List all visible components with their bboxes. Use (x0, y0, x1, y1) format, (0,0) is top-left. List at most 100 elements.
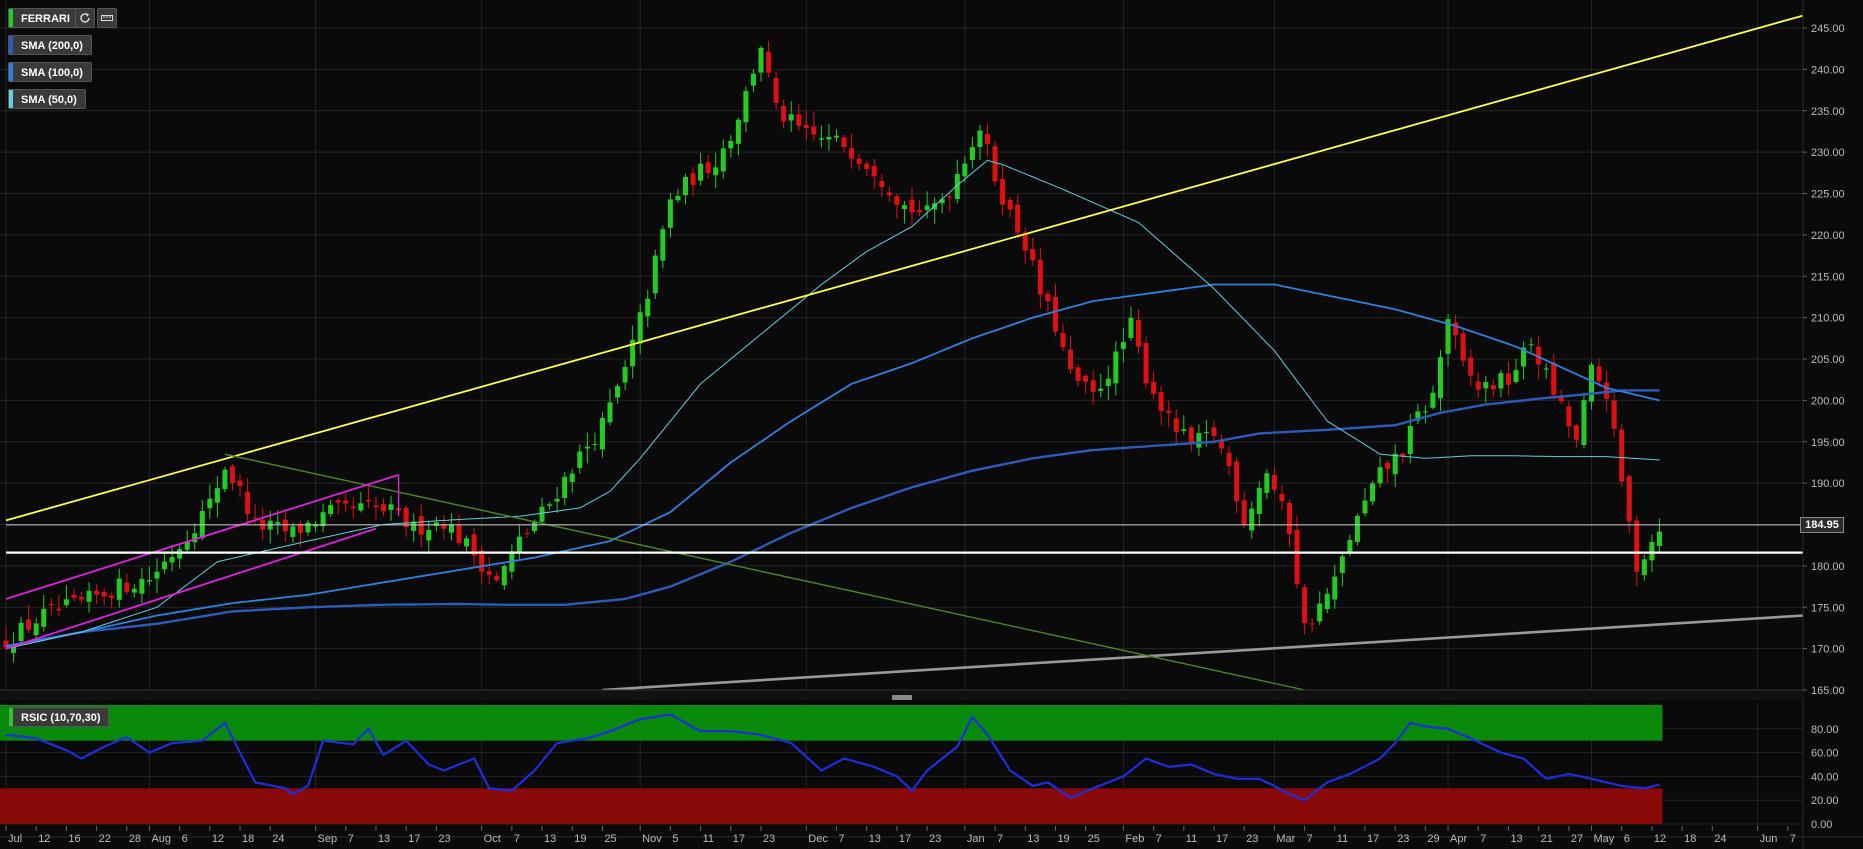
candle-body-up (728, 140, 734, 149)
candle-body-up (735, 119, 741, 144)
candle-body-up (607, 402, 613, 423)
candle-body-down (71, 594, 77, 598)
oscillator-tag[interactable]: RSIC (10,70,30) (8, 707, 110, 727)
symbol-tag[interactable]: FERRARI (8, 8, 79, 28)
candle-body-up (569, 473, 575, 482)
candle-body-up (1317, 603, 1323, 622)
time-tick-label: 23 (438, 833, 450, 845)
candle-body-down (403, 507, 409, 528)
time-tick-label: Dec (808, 833, 828, 845)
time-tick-label: Jun (1760, 833, 1778, 845)
candle-body-down (1226, 452, 1232, 467)
candle-body-down (1287, 502, 1292, 535)
candle-body-down (1490, 385, 1496, 390)
candle-body-up (758, 47, 764, 73)
candle-body-down (1573, 425, 1579, 440)
candle-body-down (237, 480, 243, 487)
indicator-color-bar (9, 36, 13, 54)
candle-body-down (109, 595, 115, 598)
candle-body-up (1249, 508, 1255, 531)
refresh-button[interactable] (75, 8, 95, 28)
candle-body-up (426, 529, 432, 541)
candle-body-down (1634, 520, 1640, 572)
candle-body-up (1589, 364, 1594, 402)
indicator-tag-sma50[interactable]: SMA (50,0) (8, 89, 86, 109)
candle-body-down (1045, 293, 1051, 302)
candle-body-up (615, 386, 621, 398)
oscillator-color-bar (9, 708, 13, 726)
candle-body-up (977, 130, 983, 148)
candle-body-up (192, 533, 198, 543)
candle-body-down (841, 137, 847, 147)
time-tick-label: 24 (1714, 833, 1726, 845)
rsi-tick-label: 80.00 (1811, 724, 1839, 736)
time-tick-label: 16 (68, 833, 80, 845)
time-tick-label: Jul (8, 833, 22, 845)
time-tick-label: 11 (1186, 833, 1197, 845)
price-tick-label: 165.00 (1811, 685, 1845, 697)
candle-body-down (1468, 357, 1474, 376)
rsi-tick-label: 40.00 (1811, 771, 1839, 783)
candle-body-up (924, 205, 930, 210)
candle-body-up (577, 451, 583, 468)
indicator-tag-sma200[interactable]: SMA (200,0) (8, 35, 92, 55)
candle-body-down (871, 166, 877, 177)
candle-body-down (705, 162, 711, 173)
candle-body-down (1460, 333, 1466, 361)
candle-body-up (86, 590, 92, 602)
candle-body-up (1498, 373, 1504, 389)
candle-body-down (886, 192, 892, 196)
rsi-tick-label: 0.00 (1811, 819, 1832, 831)
price-tick-label: 195.00 (1811, 437, 1845, 449)
candle-body-up (720, 148, 726, 172)
price-tick-label: 175.00 (1811, 602, 1845, 614)
candle-body-down (1302, 587, 1308, 624)
pane-resize-handle[interactable] (892, 695, 912, 700)
time-tick-label: 13 (1510, 833, 1522, 845)
time-tick-label: 12 (38, 833, 50, 845)
rsi-tick-label: 20.00 (1811, 795, 1839, 807)
candle-body-down (690, 173, 696, 186)
candle-body-down (1271, 474, 1277, 490)
time-tick-label: Aug (151, 833, 171, 845)
candle-body-down (48, 603, 54, 606)
candle-body-down (856, 158, 862, 164)
time-tick-label: 7 (839, 833, 845, 845)
candle-body-up (645, 298, 651, 317)
time-tick-label: 11 (703, 833, 714, 845)
candle-body-up (962, 163, 968, 177)
candle-body-up (146, 580, 152, 582)
candle-body-up (464, 538, 470, 547)
candle-body-up (1120, 342, 1126, 349)
candle-body-down (1158, 392, 1164, 412)
candle-body-up (660, 229, 666, 261)
candle-body-up (1528, 344, 1534, 346)
candle-body-up (547, 504, 553, 506)
time-tick-label: 17 (733, 833, 745, 845)
candle-body-up (18, 622, 24, 641)
candle-body-down (1151, 381, 1157, 394)
candle-body-up (33, 623, 39, 636)
indicator-tag-sma100[interactable]: SMA (100,0) (8, 62, 92, 82)
time-tick-label: 7 (1790, 833, 1796, 845)
time-tick-label: 13 (1027, 833, 1039, 845)
price-tick-label: 220.00 (1811, 230, 1845, 242)
candle-body-up (305, 522, 311, 533)
candle-body-up (1105, 378, 1111, 387)
candle-body-down (1030, 249, 1036, 261)
candle-body-up (584, 446, 590, 449)
settings-button[interactable] (97, 8, 117, 28)
candle-body-up (667, 199, 673, 228)
time-tick-label: 23 (1246, 833, 1258, 845)
chart-canvas[interactable]: 245.00240.00235.00230.00225.00220.00215.… (0, 0, 1863, 849)
ruler-icon (101, 15, 113, 21)
candle-body-down (796, 114, 802, 126)
candle-body-up (901, 205, 907, 210)
candle-body-down (985, 133, 990, 144)
candle-body-down (1143, 343, 1149, 384)
candle-body-up (207, 498, 213, 509)
candle-body-down (1385, 462, 1391, 469)
candle-body-up (501, 566, 507, 586)
price-tick-label: 240.00 (1811, 64, 1845, 76)
candle-body-down (1075, 367, 1081, 381)
